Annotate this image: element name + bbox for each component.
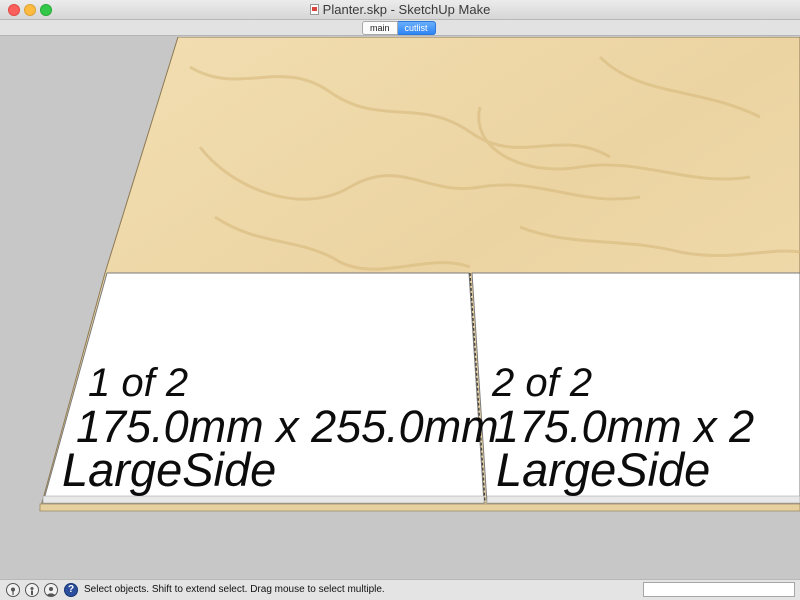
model-scene [39, 37, 800, 512]
sheet-edge [39, 503, 800, 512]
credits-icon[interactable] [25, 583, 39, 597]
tab-cutlist[interactable]: cutlist [397, 21, 436, 35]
status-message: Select objects. Shift to extend select. … [84, 584, 385, 595]
help-icon[interactable]: ? [64, 583, 78, 597]
part-1-count-label: 1 of 2 [88, 361, 189, 405]
status-bar: ? Select objects. Shift to extend select… [0, 579, 800, 600]
window-title: Planter.skp - SketchUp Make [322, 2, 491, 17]
part-1-name-label: LargeSide [62, 443, 277, 496]
scene-tab-bar: main cutlist [0, 20, 800, 36]
part-1-edge [42, 495, 485, 504]
model-viewport[interactable]: 1 of 2 175.0mm x 255.0mm LargeSide 2 of … [0, 37, 800, 579]
geolocation-icon[interactable] [6, 583, 20, 597]
measurements-input[interactable] [643, 582, 795, 597]
tab-main[interactable]: main [362, 21, 398, 35]
part-2-count-label: 2 of 2 [492, 361, 593, 405]
user-icon[interactable] [44, 583, 58, 597]
window-title-area: Planter.skp - SketchUp Make [0, 3, 800, 17]
document-icon [309, 4, 319, 15]
part-2-name-label: LargeSide [496, 443, 711, 496]
title-bar: Planter.skp - SketchUp Make [0, 0, 800, 20]
part-2-edge [486, 495, 800, 504]
